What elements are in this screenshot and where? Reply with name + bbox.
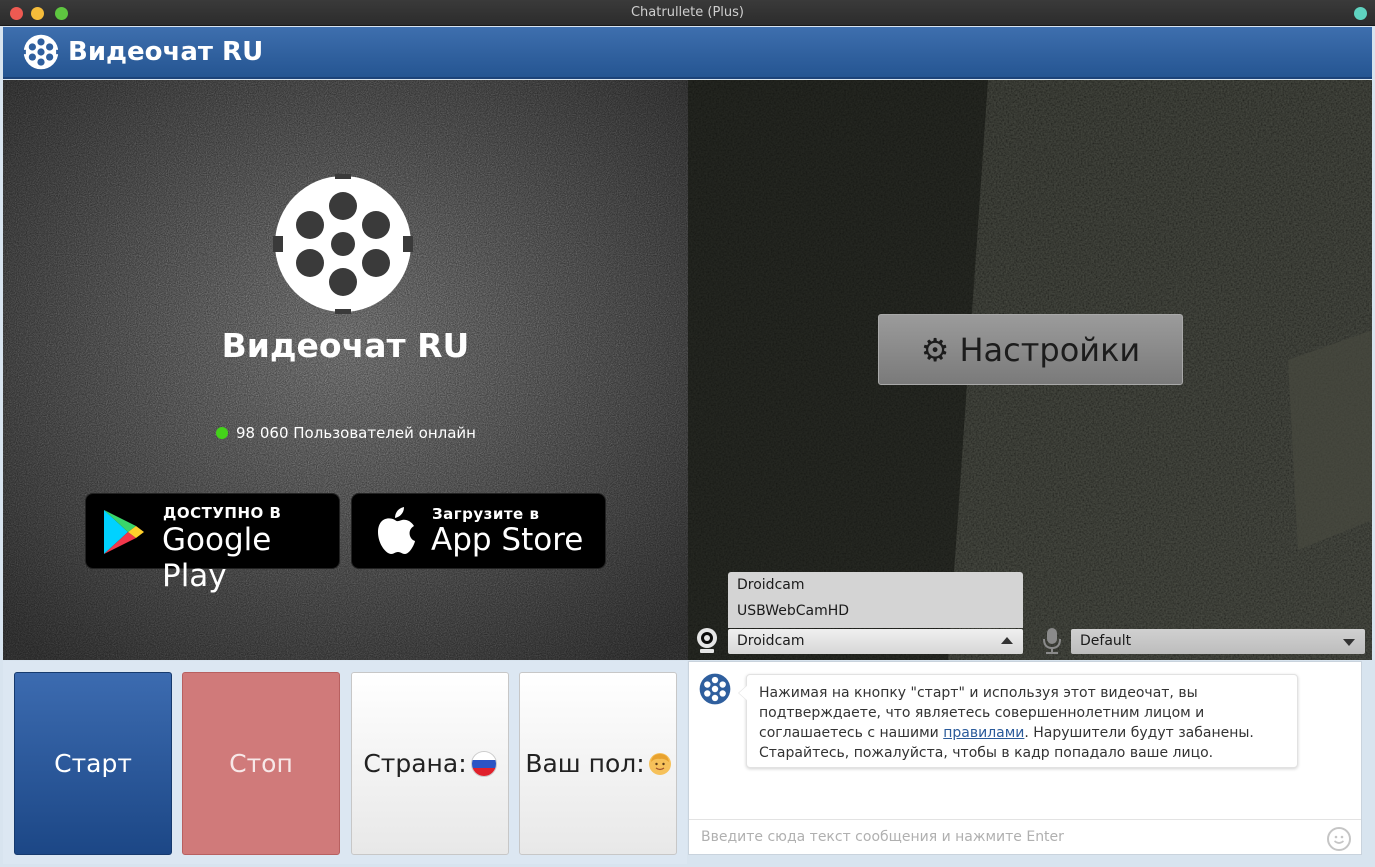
system-notice-message: Нажимая на кнопку "старт" и используя эт… [738,674,1298,768]
brand-logo-icon [23,34,59,70]
gender-button[interactable]: Ваш пол: [519,672,677,855]
chat-panel: Нажимая на кнопку "старт" и используя эт… [688,661,1362,855]
title-bar: Chatrullete (Plus) [0,0,1375,26]
app-store-big-text: App Store [431,522,584,558]
brand-name-large: Видеочат RU [221,326,470,365]
online-indicator-icon [216,427,228,439]
webcam-icon [697,628,717,653]
online-count: 98 060 [236,424,289,442]
settings-label: Настройки [959,331,1141,369]
app-window: Chatrullete (Plus) Видеочат RU Видеочат … [0,0,1375,867]
google-play-badge[interactable]: ДОСТУПНО В Google Play [85,493,340,594]
camera-option[interactable]: USBWebCamHD [737,603,849,619]
online-label: Пользователей онлайн [293,424,476,442]
app-header: Видеочат RU [3,27,1372,79]
russia-flag-icon [470,751,497,777]
message-input-placeholder: Введите сюда текст сообщения и нажмите E… [701,829,1064,845]
gender-label: Ваш пол: [525,749,645,778]
camera-selected-value: Droidcam [737,633,805,649]
google-play-icon [104,510,144,554]
settings-button[interactable]: ⚙ Настройки [878,314,1183,385]
country-button[interactable]: Страна: [351,672,509,855]
apple-icon [378,507,415,554]
window-title: Chatrullete (Plus) [630,5,745,20]
microphone-selected-value: Default [1080,633,1132,649]
controls-panel: Старт Стоп Страна: Ваш пол: [3,661,687,864]
camera-dropdown-list: Droidcam USBWebCamHD [728,572,1023,628]
google-play-big-text: Google Play [162,522,272,594]
gear-icon: ⚙ [920,331,950,369]
self-video-panel: ⚙ Настройки Droidcam USBWebCamHD Droidcam… [688,80,1372,660]
message-input[interactable]: Введите сюда текст сообщения и нажмите E… [689,819,1361,854]
start-button[interactable]: Старт [14,672,172,855]
microphone-icon [1043,628,1061,654]
chevron-up-icon [1001,637,1013,644]
rules-link[interactable]: правилами [943,725,1024,741]
google-play-small-text: ДОСТУПНО В [163,504,282,522]
camera-option[interactable]: Droidcam [737,577,804,593]
stop-button[interactable]: Стоп [182,672,340,855]
start-label: Старт [54,749,132,778]
header-brand-name: Видеочат RU [68,37,264,67]
chevron-down-icon [1343,639,1355,646]
gender-label-wrap: Ваш пол: [520,749,676,778]
emoji-icon[interactable] [1327,827,1351,851]
window-menu-button[interactable] [1354,7,1367,20]
app-store-badge[interactable]: Загрузите в App Store [351,493,606,569]
static-noise-background [3,80,688,660]
microphone-select[interactable]: Default [1071,629,1365,654]
male-face-icon [648,753,671,775]
brand-logo-large-icon [273,174,413,314]
camera-select[interactable]: Droidcam [728,629,1023,654]
country-label: Страна: [363,749,467,778]
stop-label: Стоп [229,749,293,778]
app-store-small-text: Загрузите в [432,505,540,523]
country-label-wrap: Страна: [352,749,508,778]
online-users-status: 98 060 Пользователей онлайн [216,424,476,442]
partner-video-panel: Видеочат RU 98 060 Пользователей онлайн … [3,80,688,660]
brand-logo-small-icon [699,673,731,705]
